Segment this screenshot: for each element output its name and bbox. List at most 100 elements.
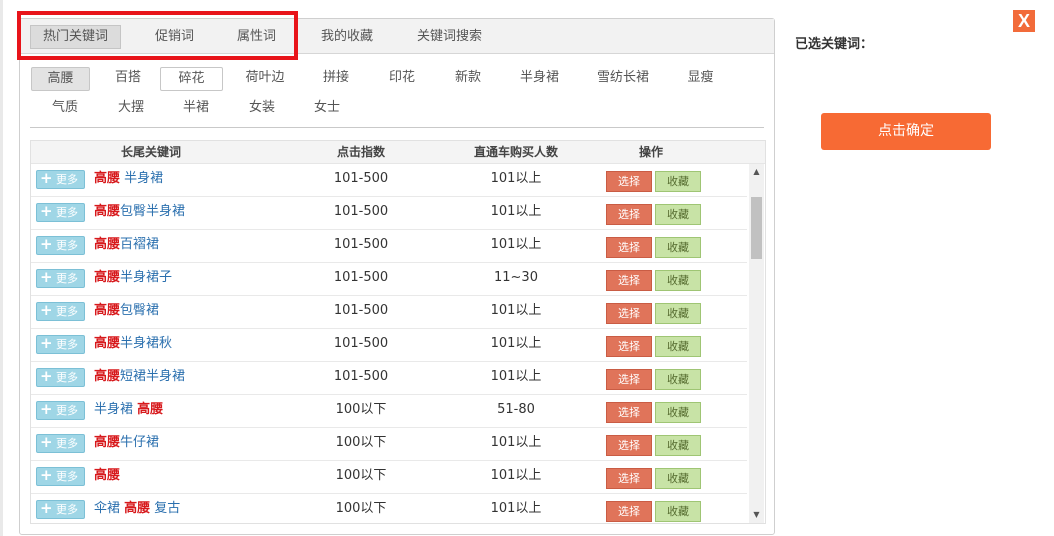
keyword-text[interactable]: 高腰包臀裙 [94,296,159,326]
select-button[interactable]: 选择 [606,336,652,357]
tab-highlight-box [17,11,298,60]
scroll-up-arrow-icon[interactable]: ▲ [749,164,764,180]
keyword-text[interactable]: 伞裙 高腰 复古 [94,494,180,523]
keyword-part: 复古 [150,501,181,516]
favorite-button[interactable]: 收藏 [655,237,701,258]
select-button[interactable]: 选择 [606,303,652,324]
confirm-button[interactable]: 点击确定 [821,113,991,150]
keyword-text[interactable]: 高腰 [94,461,120,491]
select-button[interactable]: 选择 [606,237,652,258]
chip-1[interactable]: 高腰 [31,67,90,91]
chip-9[interactable]: 雪纺长裙 [585,67,661,89]
more-button[interactable]: + 更多 [36,500,85,519]
chip-11[interactable]: 气质 [38,97,92,119]
chip-6[interactable]: 印花 [375,67,429,89]
chip-4[interactable]: 荷叶边 [234,67,296,89]
more-button[interactable]: + 更多 [36,368,85,387]
scrollbar-thumb[interactable] [751,197,762,259]
keyword-text[interactable]: 高腰百褶裙 [94,230,159,260]
buyer-count: 101以上 [490,369,542,384]
favorite-button[interactable]: 收藏 [655,336,701,357]
keyword-highlight: 高腰 [94,237,121,252]
favorite-button[interactable]: 收藏 [655,204,701,225]
more-button[interactable]: + 更多 [36,335,85,354]
scroll-down-arrow-icon[interactable]: ▼ [749,507,764,523]
more-button[interactable]: + 更多 [36,434,85,453]
keyword-part: 伞裙 [94,501,125,516]
chip-12[interactable]: 大摆 [104,97,158,119]
select-button[interactable]: 选择 [606,171,652,192]
tab-my-favorites[interactable]: 我的收藏 [309,26,385,48]
favorite-button[interactable]: 收藏 [655,435,701,456]
keyword-text[interactable]: 高腰牛仔裙 [94,428,159,458]
select-button[interactable]: 选择 [606,402,652,423]
table-row: + 更多 高腰半身裙子 101-500 11~30 选择 收藏 [31,263,747,296]
favorite-button[interactable]: 收藏 [655,468,701,489]
favorite-button[interactable]: 收藏 [655,369,701,390]
favorite-button[interactable]: 收藏 [655,303,701,324]
chip-15[interactable]: 女士 [300,97,354,119]
more-button[interactable]: + 更多 [36,203,85,222]
keyword-text[interactable]: 高腰短裙半身裙 [94,362,185,392]
chip-14[interactable]: 女装 [235,97,289,119]
close-button[interactable]: X [1013,10,1035,32]
keyword-part: 半身裙秋 [120,336,173,351]
keyword-part: 半身裙 [120,171,164,186]
select-button[interactable]: 选择 [606,468,652,489]
plus-icon: + [40,235,53,253]
more-button[interactable]: + 更多 [36,302,85,321]
header-keyword: 长尾关键词 [120,145,181,159]
table-row: + 更多 高腰百褶裙 101-500 101以上 选择 收藏 [31,230,747,263]
table-row: + 更多 半身裙 高腰 100以下 51-80 选择 收藏 [31,395,747,428]
select-button[interactable]: 选择 [606,369,652,390]
favorite-button[interactable]: 收藏 [655,270,701,291]
table-scrollbar[interactable]: ▲ ▼ [749,164,764,523]
chip-7[interactable]: 新款 [441,67,495,89]
more-label: 更多 [56,437,78,450]
keyword-text[interactable]: 高腰包臀半身裙 [94,197,185,227]
chip-8[interactable]: 半身裙 [507,67,572,89]
select-button[interactable]: 选择 [606,501,652,522]
keyword-text[interactable]: 半身裙 高腰 [94,395,163,425]
table-row: + 更多 高腰短裙半身裙 101-500 101以上 选择 收藏 [31,362,747,395]
tab-keyword-search[interactable]: 关键词搜索 [405,26,494,48]
click-index: 101-500 [333,237,389,252]
chip-10[interactable]: 显瘦 [673,67,728,89]
left-edge [0,0,3,536]
more-button[interactable]: + 更多 [36,269,85,288]
keyword-highlight: 高腰 [94,270,121,285]
more-button[interactable]: + 更多 [36,236,85,255]
more-label: 更多 [56,173,78,186]
favorite-button[interactable]: 收藏 [655,171,701,192]
plus-icon: + [40,334,53,352]
chip-2[interactable]: 百搭 [102,67,154,89]
buyer-count: 101以上 [490,501,542,516]
favorite-button[interactable]: 收藏 [655,402,701,423]
chip-13[interactable]: 半裙 [169,97,223,119]
favorite-button[interactable]: 收藏 [655,501,701,522]
select-button[interactable]: 选择 [606,435,652,456]
chip-5[interactable]: 拼接 [309,67,363,89]
more-button[interactable]: + 更多 [36,170,85,189]
keyword-part: 半身裙子 [120,270,173,285]
click-index: 100以下 [335,468,387,483]
buyer-count: 101以上 [490,468,542,483]
more-label: 更多 [56,305,78,318]
keyword-text[interactable]: 高腰半身裙子 [94,263,172,293]
buyer-count: 101以上 [490,435,542,450]
table-row: + 更多 高腰牛仔裙 100以下 101以上 选择 收藏 [31,428,747,461]
more-button[interactable]: + 更多 [36,401,85,420]
chip-3[interactable]: 碎花 [160,67,223,91]
keyword-text[interactable]: 高腰 半身裙 [94,164,163,194]
select-button[interactable]: 选择 [606,270,652,291]
keyword-text[interactable]: 高腰半身裙秋 [94,329,172,359]
more-button[interactable]: + 更多 [36,467,85,486]
keyword-highlight: 高腰 [124,501,151,516]
plus-icon: + [40,202,53,220]
header-action: 操作 [638,145,663,159]
buyer-count: 101以上 [490,336,542,351]
select-button[interactable]: 选择 [606,204,652,225]
more-label: 更多 [56,371,78,384]
click-index: 100以下 [335,402,387,417]
keyword-part: 短裙半身裙 [120,369,186,384]
